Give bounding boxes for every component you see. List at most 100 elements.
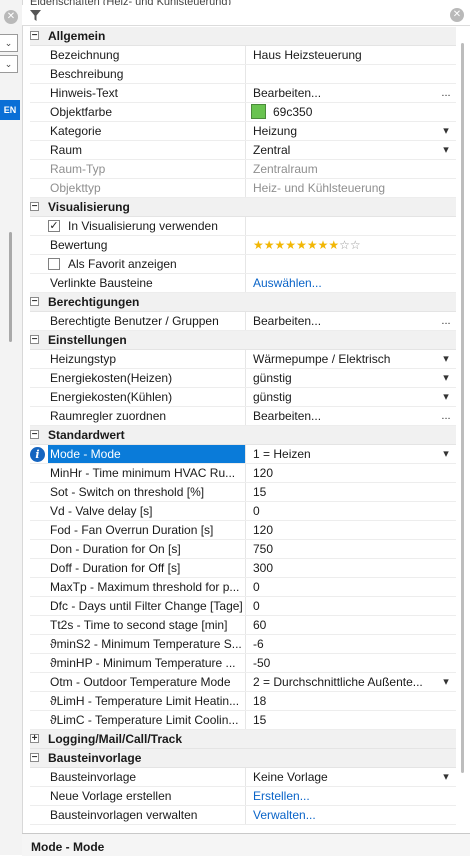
checkbox-in-visualisierung-verwenden[interactable]: ✓ [48,220,60,232]
star-filled-icon[interactable]: ★ [307,238,318,252]
property-row-otm-outdoor-temperature-mode[interactable]: Otm - Outdoor Temperature Mode 2 = Durchs… [30,673,456,692]
checkbox-als-favorit-anzeigen[interactable] [48,258,60,270]
filter-icon[interactable] [29,9,42,22]
link-ausw-hlen[interactable]: Auswählen... [248,274,434,292]
property-row-mins2-minimum-temperature-s[interactable]: ϑminS2 - Minimum Temperature S... -6 [30,635,456,654]
dropdown-arrow-icon[interactable]: ▾ [436,122,456,140]
property-value[interactable]: 15 [248,711,434,729]
property-value[interactable]: 18 [248,692,434,710]
property-value[interactable]: -6 [248,635,434,653]
property-value[interactable]: Bearbeiten... [248,84,434,102]
property-value[interactable]: 1 = Heizen [248,445,434,463]
property-row-energiekosten-heizen[interactable]: Energiekosten(Heizen) günstig ▾ [30,369,456,388]
rating-stars[interactable]: ★★★★★★★★☆☆ [253,238,361,252]
property-row-verlinkte-bausteine[interactable]: Verlinkte Bausteine Auswählen... [30,274,456,293]
property-value[interactable] [248,65,434,83]
star-filled-icon[interactable]: ★ [275,238,286,252]
property-row-objekttyp[interactable]: Objekttyp Heiz- und Kühlsteuerung [30,179,456,198]
ellipsis-button[interactable]: ... [436,84,456,102]
property-row-minhr-time-minimum-hvac-ru[interactable]: MinHr - Time minimum HVAC Ru... 120 [30,464,456,483]
property-row-sot-switch-on-threshold[interactable]: Sot - Switch on threshold [%] 15 [30,483,456,502]
star-filled-icon[interactable]: ★ [296,238,307,252]
property-value[interactable]: 0 [248,597,434,615]
property-row-beschreibung[interactable]: Beschreibung [30,65,456,84]
property-row-raumregler-zuordnen[interactable]: Raumregler zuordnen Bearbeiten...... [30,407,456,426]
property-row-raum-typ[interactable]: Raum-Typ Zentralraum [30,160,456,179]
dropdown-arrow-icon[interactable]: ▾ [436,768,456,786]
collapse-icon[interactable]: − [30,335,39,345]
link-verwalten[interactable]: Verwalten... [248,806,434,824]
section-visualisierung[interactable]: − Visualisierung [30,198,456,217]
property-row-doff-duration-for-off-s[interactable]: Doff - Duration for Off [s] 300 [30,559,456,578]
property-value[interactable]: günstig [248,369,434,387]
property-row-kategorie[interactable]: Kategorie Heizung ▾ [30,122,456,141]
dropdown-arrow-icon[interactable]: ▾ [436,445,456,463]
property-value[interactable]: -50 [248,654,434,672]
star-filled-icon[interactable]: ★ [264,238,275,252]
collapse-icon[interactable]: − [30,297,39,307]
property-value[interactable]: 69c350 [248,103,434,121]
section-berechtigungen[interactable]: − Berechtigungen [30,293,456,312]
property-value[interactable]: Keine Vorlage [248,768,434,786]
star-filled-icon[interactable]: ★ [328,238,339,252]
property-value[interactable]: 2 = Durchschnittliche Außente... [248,673,434,691]
property-row-maxtp-maximum-threshold-for-p[interactable]: MaxTp - Maximum threshold for p... 0 [30,578,456,597]
property-row-bewertung[interactable]: Bewertung ★★★★★★★★☆☆ [30,236,456,255]
property-row-bausteinvorlage[interactable]: Bausteinvorlage Keine Vorlage ▾ [30,768,456,787]
property-value[interactable]: Heizung [248,122,434,140]
scrollbar-thumb[interactable] [461,43,464,773]
close-icon[interactable]: ✕ [4,10,18,24]
star-empty-icon[interactable]: ☆ [339,238,350,252]
property-value[interactable]: Bearbeiten... [248,312,434,330]
property-row-fod-fan-overrun-duration-s[interactable]: Fod - Fan Overrun Duration [s] 120 [30,521,456,540]
dropdown-arrow-icon[interactable]: ▾ [436,141,456,159]
dropdown-arrow-icon[interactable]: ▾ [436,369,456,387]
property-value[interactable]: Haus Heizsteuerung [248,46,434,64]
property-row-objektfarbe[interactable]: Objektfarbe 69c350 [30,103,456,122]
collapse-icon[interactable]: − [30,753,39,763]
section-standardwert[interactable]: − Standardwert [30,426,456,445]
expand-icon[interactable]: + [30,734,39,744]
property-row-limc-temperature-limit-coolin[interactable]: ϑLimC - Temperature Limit Coolin... 15 [30,711,456,730]
property-row-tt2s-time-to-second-stage-min[interactable]: Tt2s - Time to second stage [min] 60 [30,616,456,635]
property-row-limh-temperature-limit-heatin[interactable]: ϑLimH - Temperature Limit Heatin... 18 [30,692,456,711]
left-panel-scrollbar[interactable] [9,232,12,342]
property-row-vd-valve-delay-s[interactable]: Vd - Valve delay [s] 0 [30,502,456,521]
collapse-icon[interactable]: − [30,202,39,212]
left-dropdown-1[interactable]: ⌄ [0,34,18,52]
dropdown-arrow-icon[interactable]: ▾ [436,388,456,406]
star-empty-icon[interactable]: ☆ [350,238,361,252]
property-row-bausteinvorlagen-verwalten[interactable]: Bausteinvorlagen verwalten Verwalten... [30,806,456,825]
property-row-don-duration-for-on-s[interactable]: Don - Duration for On [s] 750 [30,540,456,559]
property-row-neue-vorlage-erstellen[interactable]: Neue Vorlage erstellen Erstellen... [30,787,456,806]
property-value[interactable]: günstig [248,388,434,406]
ellipsis-button[interactable]: ... [436,407,456,425]
property-value[interactable]: 15 [248,483,434,501]
property-value[interactable]: 120 [248,521,434,539]
property-row-berechtigte-benutzer-gruppen[interactable]: Berechtigte Benutzer / Gruppen Bearbeiten… [30,312,456,331]
vertical-scrollbar[interactable] [458,27,466,827]
close-icon[interactable]: ✕ [450,8,464,22]
collapse-icon[interactable]: − [30,430,39,440]
collapse-icon[interactable]: − [30,31,39,41]
ellipsis-button[interactable]: ... [436,312,456,330]
property-value[interactable]: ★★★★★★★★☆☆ [248,236,434,254]
property-value[interactable]: 0 [248,578,434,596]
property-row-heizungstyp[interactable]: Heizungstyp Wärmepumpe / Elektrisch ▾ [30,350,456,369]
property-row-bezeichnung[interactable]: Bezeichnung Haus Heizsteuerung [30,46,456,65]
star-filled-icon[interactable]: ★ [253,238,264,252]
property-value[interactable]: 0 [248,502,434,520]
property-row-hinweis-text[interactable]: Hinweis-Text Bearbeiten...... [30,84,456,103]
star-filled-icon[interactable]: ★ [285,238,296,252]
section-allgemein[interactable]: − Allgemein [30,27,456,46]
property-row-raum[interactable]: Raum Zentral ▾ [30,141,456,160]
property-value[interactable]: 300 [248,559,434,577]
section-logging-mail-call-track[interactable]: + Logging/Mail/Call/Track [30,730,456,749]
left-panel-button[interactable]: EN [0,100,20,120]
section-einstellungen[interactable]: − Einstellungen [30,331,456,350]
property-row-als-favorit-anzeigen[interactable]: Als Favorit anzeigen [30,255,456,274]
section-bausteinvorlage[interactable]: − Bausteinvorlage [30,749,456,768]
property-value[interactable]: 120 [248,464,434,482]
property-row-minhp-minimum-temperature[interactable]: ϑminHP - Minimum Temperature ... -50 [30,654,456,673]
property-row-mode-mode[interactable]: i Mode - Mode 1 = Heizen ▾ [30,445,456,464]
